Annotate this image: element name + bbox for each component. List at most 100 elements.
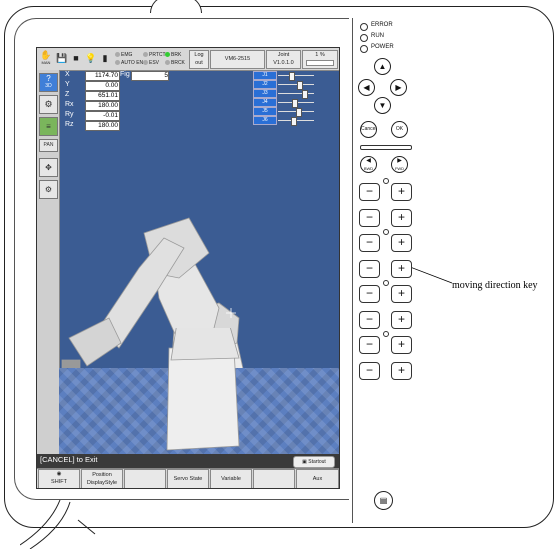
sidebar-item-list[interactable]: ≡ [39,117,58,136]
coord-value-z: 651.01 [85,91,120,101]
pendant-screen: ✋ MAN 💾 ■ 💡 ▮ EMG PRTCT BRK AUTO EN ESV … [36,47,340,489]
function-bar: ◉ SHIFT Position DisplayStyle Servo Stat… [37,468,339,488]
save-icon[interactable]: 💾 [56,50,68,67]
jog-plus-button-5[interactable]: + [391,285,412,303]
variable-button[interactable]: Variable [210,469,252,488]
jog-plus-button-7[interactable]: + [391,336,412,354]
coord-label-rx: Rx [65,101,74,108]
sidebar-item-robot[interactable]: ⚙ [39,95,58,114]
jog-pair-indicator [383,229,389,235]
coord-label-y: Y [65,81,70,88]
cancel-button[interactable]: Cancel [360,121,377,138]
sidebar-item-settings[interactable]: ⚙ [39,180,58,199]
lamp-esv: ESV [143,60,159,66]
jog-pair-indicator [383,331,389,337]
sidebar-item-3d[interactable]: ? 3D [39,73,58,92]
arrow-left-button[interactable]: ◀ [358,79,375,96]
fwd-button[interactable]: ▶ FWD [391,156,408,173]
coord-label-ry: Ry [65,111,74,118]
jog-plus-button-2[interactable]: + [391,208,412,227]
bwd-icon: ◀ [366,158,371,164]
jog-minus-button-7[interactable]: − [359,336,380,354]
sidebar-item-label: 3D [45,83,52,89]
logout-button[interactable]: Log out [189,50,209,69]
sidebar-item-pan[interactable]: PAN [39,139,58,152]
cancel-hint: [CANCEL] to Exit [40,455,98,464]
bwd-button[interactable]: ◀ BWD [360,156,377,173]
panel-divider [352,18,353,523]
jog-minus-button-5[interactable]: − [359,285,380,303]
joint-mode-version: V1.0.1.0 [273,60,294,66]
question-icon: ? [46,74,51,83]
joint-mode-button[interactable]: Joint V1.0.1.0 [266,50,301,69]
power-led-label: POWER [371,44,394,50]
joint-label-j5: J5 [253,107,277,116]
robot-base-layer [166,328,240,451]
sidebar-item-move[interactable]: ✥ [39,158,58,177]
pendant-strap [20,500,96,549]
startout-icon: ▣ [302,459,307,465]
fig-label: Fig [120,71,130,78]
error-led [360,23,368,31]
jog-minus-button-4[interactable]: − [359,259,380,278]
lamp-emg: EMG [115,52,132,58]
joint-slider-track-j1 [278,75,314,76]
startout-button[interactable]: ▣ Startout [293,456,335,468]
jog-minus-button-2[interactable]: − [359,208,380,227]
lamp-brk: BRK [165,52,181,58]
lamp-auto-en: AUTO EN [115,60,143,66]
fwd-icon: ▶ [397,158,402,164]
shift-button[interactable]: ◉ SHIFT [38,469,80,488]
speed-label: 1 % [315,52,325,58]
hand-mode-label: MAN [41,60,51,65]
arrow-up-button[interactable]: ▲ [374,58,391,75]
aux-button[interactable]: Aux [296,469,339,488]
hand-mode-icon[interactable]: ✋ MAN [39,50,53,67]
shift-icon: ◉ [56,471,62,477]
fig-value: 5 [131,71,169,81]
pendant-hook [150,0,202,13]
joint-slider-knob-j3[interactable] [302,90,308,99]
power-led [360,45,368,53]
left-sidebar: ? 3D ⚙ ≡ PAN ✥ ⚙ [37,70,60,454]
function-button-3[interactable] [124,469,166,488]
fwd-label: FWD [394,166,405,171]
joint-label-j4: J4 [253,98,277,107]
jog-minus-button-3[interactable]: − [359,234,380,252]
coord-value-rx: 180.00 [85,101,120,111]
jog-plus-button-3[interactable]: + [391,234,412,252]
arrow-right-button[interactable]: ▶ [390,79,407,96]
servo-state-button[interactable]: Servo State [167,469,209,488]
function-button-6[interactable] [253,469,295,488]
jog-minus-button-1[interactable]: − [359,183,380,201]
joint-slider-knob-j2[interactable] [297,81,303,90]
joint-slider-knob-j1[interactable] [289,72,295,81]
arrow-down-button[interactable]: ▼ [374,97,391,114]
joint-slider-knob-j5[interactable] [296,108,302,117]
pendant-icon[interactable]: ▮ [99,50,111,67]
jog-plus-button-6[interactable]: + [391,310,412,329]
joint-slider-knob-j6[interactable] [291,117,297,126]
menu-icon[interactable]: ▤ [374,491,393,510]
position-display-style-button[interactable]: Position DisplayStyle [81,469,123,488]
jog-plus-button-1[interactable]: + [391,183,412,201]
jog-minus-button-8[interactable]: − [359,361,380,380]
sidebar-item-label: PAN [43,142,54,148]
jog-minus-button-6[interactable]: − [359,310,380,329]
move-icon: ✥ [45,163,52,172]
jog-plus-button-4[interactable]: + [391,259,412,278]
lamp-brck: BRCK [165,60,185,66]
speed-button[interactable]: 1 % [302,50,338,69]
joint-label-j2: J2 [253,80,277,89]
jog-plus-button-8[interactable]: + [391,361,412,380]
light-bulb-icon[interactable]: 💡 [85,50,97,67]
joint-slider-knob-j4[interactable] [292,99,298,108]
monitor-icon[interactable]: ■ [70,50,82,67]
joint-label-j1: J1 [253,71,277,80]
ok-button[interactable]: OK [391,121,408,138]
shift-label: SHIFT [51,479,67,485]
robot-icon: ⚙ [44,99,53,109]
jog-pair-indicator [383,280,389,286]
robot-model-button[interactable]: VM6-2515 [210,50,265,69]
coord-label-z: Z [65,91,70,98]
